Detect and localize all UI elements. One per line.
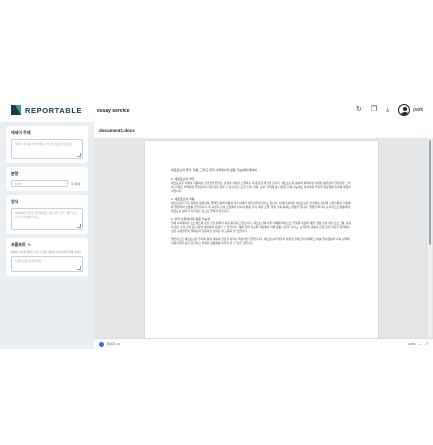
user-name: park [413,107,423,113]
viewer-statusbar: 페이지 1/1 100% ↔ ⤢ [94,338,433,349]
document-file-name: document1.docx [99,128,135,133]
outline-input[interactable]: 에세이의 양식을 입력하세요. 예) 서론, 본론, 결론으로 나누어 작성해주… [11,208,83,230]
section-body: 세로토닌은 뇌에서 작용하는 신경전달물질로, 감정과 기분을 조절하는 데 중… [171,180,351,193]
viewer-scrollbar[interactable] [428,138,432,338]
conclusion-paragraph: 결론적으로 세로토닌은 우리의 몸과 마음의 건강을 지키는 핵심적인 물질입니… [171,237,350,246]
brand-logo[interactable]: REPORTABLE [11,105,82,115]
app-window: REPORTABLE essay service ↻ ❐ ⤓ park 에세이 … [0,100,433,349]
document-status-icon [99,341,104,347]
word-count-title: 분량 [11,171,19,176]
header-actions: ↻ ❐ ⤓ park [356,104,423,116]
document-icon[interactable]: ❐ [371,104,377,116]
viewer-scroll-thumb[interactable] [429,140,431,245]
document-intro: 세로토닌의 역할, 작용, 그리고 우리 사회에서의 활용 가능성에 대하여 [171,168,257,172]
prompt-helper-text: 에세이 작성을 위해 추가로 요청할 내용을 자유롭게 입력해 주세요. [11,251,82,254]
zoom-level[interactable]: 100% [408,342,416,346]
prompt-input[interactable]: 프롬프트를 입력하세요. [11,256,83,273]
user-menu[interactable]: park [398,104,423,116]
user-avatar-icon [398,104,411,116]
prompt-card: 프롬프트 ✎ 에세이 작성을 위해 추가로 요청할 내용을 자유롭게 입력해 주… [6,238,88,277]
magic-wand-icon: ✎ [27,243,31,247]
outline-card: 양식 에세이의 양식을 입력하세요. 예) 서론, 본론, 결론으로 나누어 작… [6,195,88,234]
top-header: REPORTABLE essay service ↻ ❐ ⤓ park [0,100,433,122]
zoom-controls: 100% ↔ ⤢ [408,342,428,346]
essay-topic-card: 에세이 주제 에세이 주제를 입력하세요. 예) 환경보호의 중요성 [6,126,88,163]
brand-name: REPORTABLE [25,105,83,115]
prompt-title: 프롬프트 [11,242,26,247]
refresh-icon[interactable]: ↻ [356,104,362,116]
word-count-unit: 자 이내 [71,181,81,186]
outline-title: 양식 [11,199,19,204]
section-body: 세로토닌은 주로 장에서 생성되며, 혈액을 통해 이동하거나 뇌에서 직접 만… [171,201,351,214]
word-count-input[interactable]: 1000 [11,180,68,187]
prompt-title-row: 프롬프트 ✎ [11,242,83,248]
page-indicator: 페이지 1/1 [107,342,121,346]
essay-topic-title: 에세이 주제 [11,130,31,135]
service-title: essay service [97,108,130,114]
download-icon[interactable]: ⤓ [386,104,389,116]
fit-width-icon[interactable]: ↔ [419,342,423,346]
fullscreen-icon[interactable]: ⤢ [425,342,428,346]
document-panel: document1.docx 세로토닌의 역할, 작용, 그리고 우리 사회에서… [94,122,433,349]
essay-topic-input[interactable]: 에세이 주제를 입력하세요. 예) 환경보호의 중요성 [11,139,83,159]
document-page: 세로토닌의 역할, 작용, 그리고 우리 사회에서의 활용 가능성에 대하여 1… [145,141,378,338]
document-viewer[interactable]: 세로토닌의 역할, 작용, 그리고 우리 사회에서의 활용 가능성에 대하여 1… [94,138,433,338]
settings-sidebar: 에세이 주제 에세이 주제를 입력하세요. 예) 환경보호의 중요성 분량 10… [0,122,94,349]
section-body: 현대 사회에서는 스트레스와 정신 건강 문제가 점점 증가하고 있습니다. 세… [171,221,351,234]
brand-logo-icon [11,105,21,115]
word-count-card: 분량 1000 자 이내 [6,167,88,191]
